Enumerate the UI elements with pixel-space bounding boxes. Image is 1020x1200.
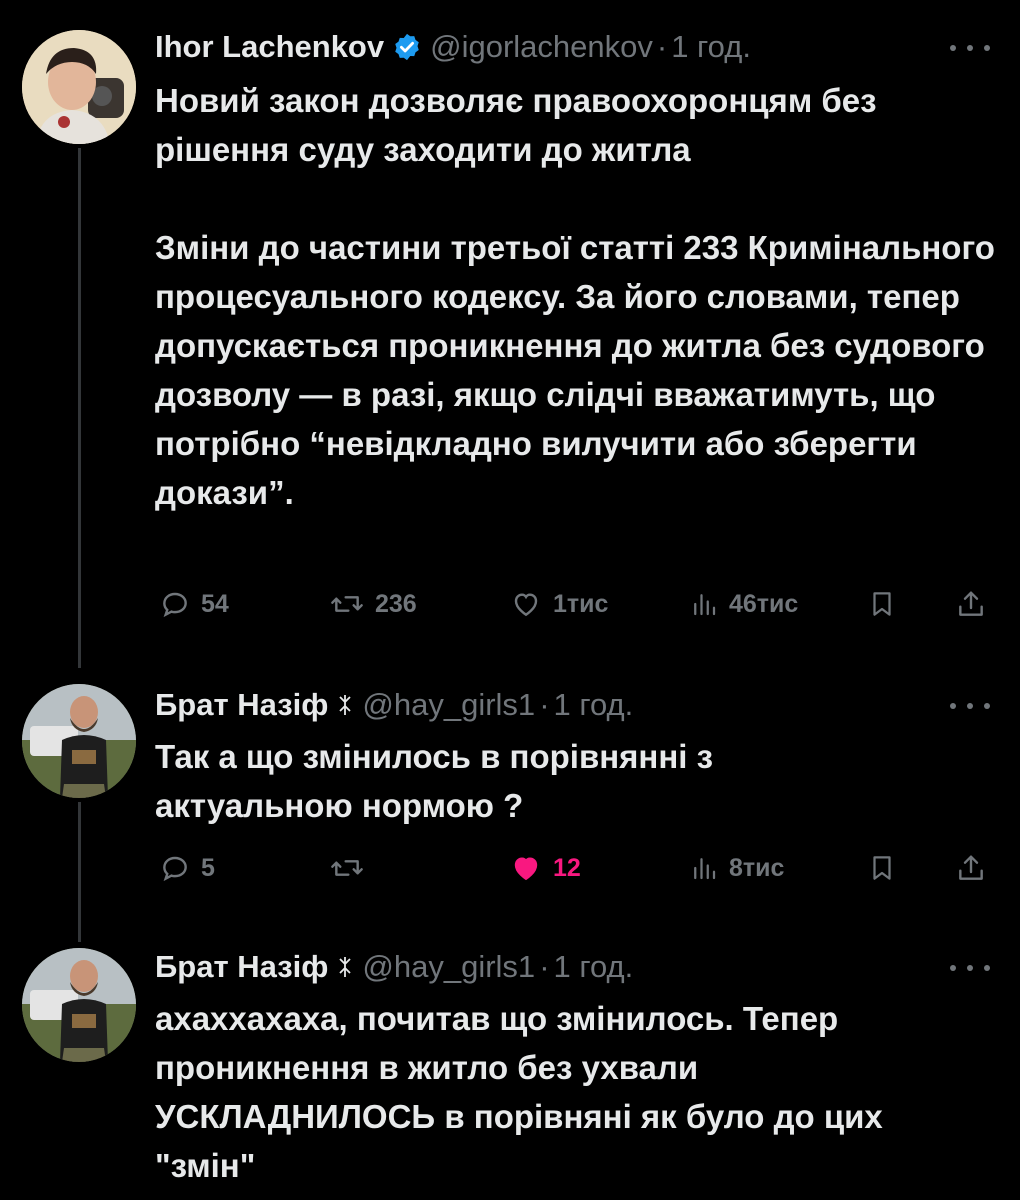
verified-badge-icon xyxy=(392,32,422,62)
reply-button[interactable]: 5 xyxy=(159,848,215,888)
tweet-header: Брат Назіф @hay_girls1 · 1 год. xyxy=(155,682,633,728)
share-button[interactable] xyxy=(955,584,987,624)
views-count: 46тис xyxy=(729,589,799,618)
tweet-text: Новий закон дозволяє правоохоронцям без … xyxy=(155,76,995,517)
reply-icon xyxy=(163,592,187,618)
views-icon xyxy=(694,594,716,616)
tweet-paragraph: Так а що змінилось в порівнянні з актуал… xyxy=(155,738,714,824)
like-button[interactable]: 1тис xyxy=(509,584,608,624)
separator-dot: · xyxy=(539,687,550,722)
author-handle[interactable]: @igorlachenkov xyxy=(430,29,653,65)
bookmark-button[interactable] xyxy=(867,848,897,888)
tweet-paragraph: Зміни до частини третьої статті 233 Крим… xyxy=(155,229,995,511)
avatar[interactable] xyxy=(22,30,136,144)
more-options-icon[interactable] xyxy=(950,38,990,58)
views-count: 8тис xyxy=(729,853,785,882)
tweet-text: ахаххахаха, почитав що змінилось. Тепер … xyxy=(155,994,995,1190)
tweet-text: Так а що змінилось в порівнянні з актуал… xyxy=(155,732,995,830)
tweet-paragraph: ахаххахаха, почитав що змінилось. Тепер … xyxy=(155,1000,883,1184)
timestamp[interactable]: 1 год. xyxy=(554,687,634,723)
author-name[interactable]: Брат Назіф xyxy=(155,687,328,723)
author-name[interactable]: Брат Назіф xyxy=(155,949,328,985)
repost-icon xyxy=(331,860,363,876)
reply-icon xyxy=(163,856,187,882)
reply-count: 54 xyxy=(201,589,229,618)
tweet-paragraph: Новий закон дозволяє правоохоронцям без … xyxy=(155,82,877,168)
author-handle[interactable]: @hay_girls1 xyxy=(362,687,535,723)
like-button[interactable]: 12 xyxy=(509,848,581,888)
like-count: 12 xyxy=(553,853,581,882)
views-icon xyxy=(694,858,716,880)
avatar[interactable] xyxy=(22,684,136,798)
bookmark-icon xyxy=(873,856,891,880)
share-icon xyxy=(959,591,983,616)
tweet[interactable]: Ihor Lachenkov @igorlachenkov · 1 год. Н… xyxy=(0,0,1020,660)
more-options-icon[interactable] xyxy=(950,958,990,978)
rune-icon xyxy=(338,956,352,978)
repost-button[interactable]: 236 xyxy=(329,584,417,624)
author-handle[interactable]: @hay_girls1 xyxy=(362,949,535,985)
share-button[interactable] xyxy=(955,848,987,888)
tweet[interactable]: Брат Назіф @hay_girls1 · 1 год. Так а що… xyxy=(0,660,1020,940)
action-bar: 5 12 8тис xyxy=(155,848,995,888)
tweet[interactable]: Брат Назіф @hay_girls1 · 1 год. ахаххаха… xyxy=(0,940,1020,1200)
reply-count: 5 xyxy=(201,853,215,882)
heart-icon xyxy=(514,593,538,617)
timestamp[interactable]: 1 год. xyxy=(554,949,634,985)
repost-icon xyxy=(331,596,363,612)
repost-count: 236 xyxy=(375,589,417,618)
separator-dot: · xyxy=(656,29,668,64)
tweet-header: Ihor Lachenkov @igorlachenkov · 1 год. xyxy=(155,24,751,70)
heart-filled-icon xyxy=(514,857,538,881)
views-button[interactable]: 8тис xyxy=(689,848,784,888)
rune-icon xyxy=(338,694,352,716)
bookmark-button[interactable] xyxy=(867,584,897,624)
author-name[interactable]: Ihor Lachenkov xyxy=(155,29,384,65)
like-count: 1тис xyxy=(553,589,609,618)
timestamp[interactable]: 1 год. xyxy=(671,29,751,65)
separator-dot: · xyxy=(539,949,550,984)
more-options-icon[interactable] xyxy=(950,696,990,716)
repost-button[interactable] xyxy=(329,848,375,888)
avatar[interactable] xyxy=(22,948,136,1062)
bookmark-icon xyxy=(873,592,891,616)
action-bar: 54 236 1тис 46тис xyxy=(155,584,995,624)
tweet-header: Брат Назіф @hay_girls1 · 1 год. xyxy=(155,944,633,990)
share-icon xyxy=(959,855,983,880)
views-button[interactable]: 46тис xyxy=(689,584,798,624)
reply-button[interactable]: 54 xyxy=(159,584,229,624)
